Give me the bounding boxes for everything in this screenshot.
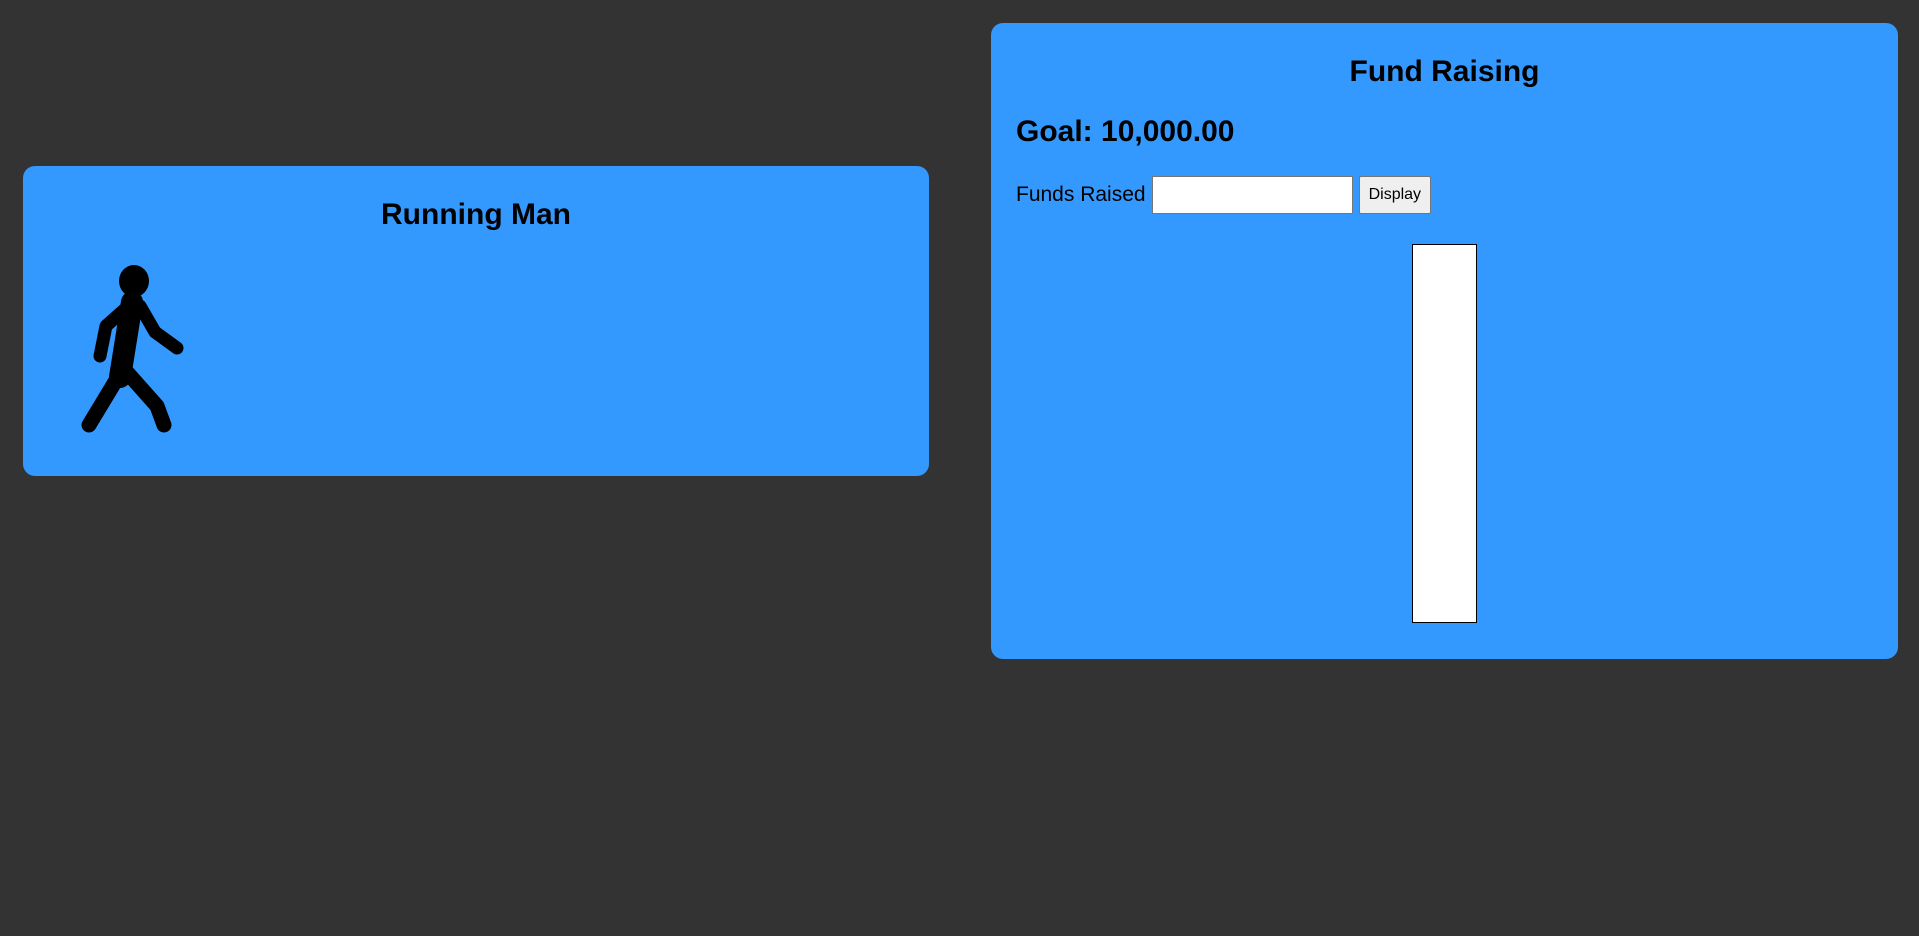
fund-raising-panel: Fund Raising Goal: 10,000.00 Funds Raise… (991, 23, 1898, 659)
funds-raised-label: Funds Raised (1016, 183, 1146, 206)
display-button[interactable]: Display (1358, 176, 1432, 214)
walking-person-icon (81, 265, 184, 433)
running-man-panel: Running Man (23, 166, 929, 476)
funds-raised-input[interactable] (1151, 176, 1353, 214)
funds-progress-thermometer (1412, 244, 1477, 623)
running-man-title: Running Man (381, 198, 571, 231)
fund-raising-title: Fund Raising (1349, 55, 1540, 88)
funds-raised-row: Funds Raised Display (1016, 175, 1432, 215)
goal-amount: Goal: 10,000.00 (1016, 115, 1235, 148)
